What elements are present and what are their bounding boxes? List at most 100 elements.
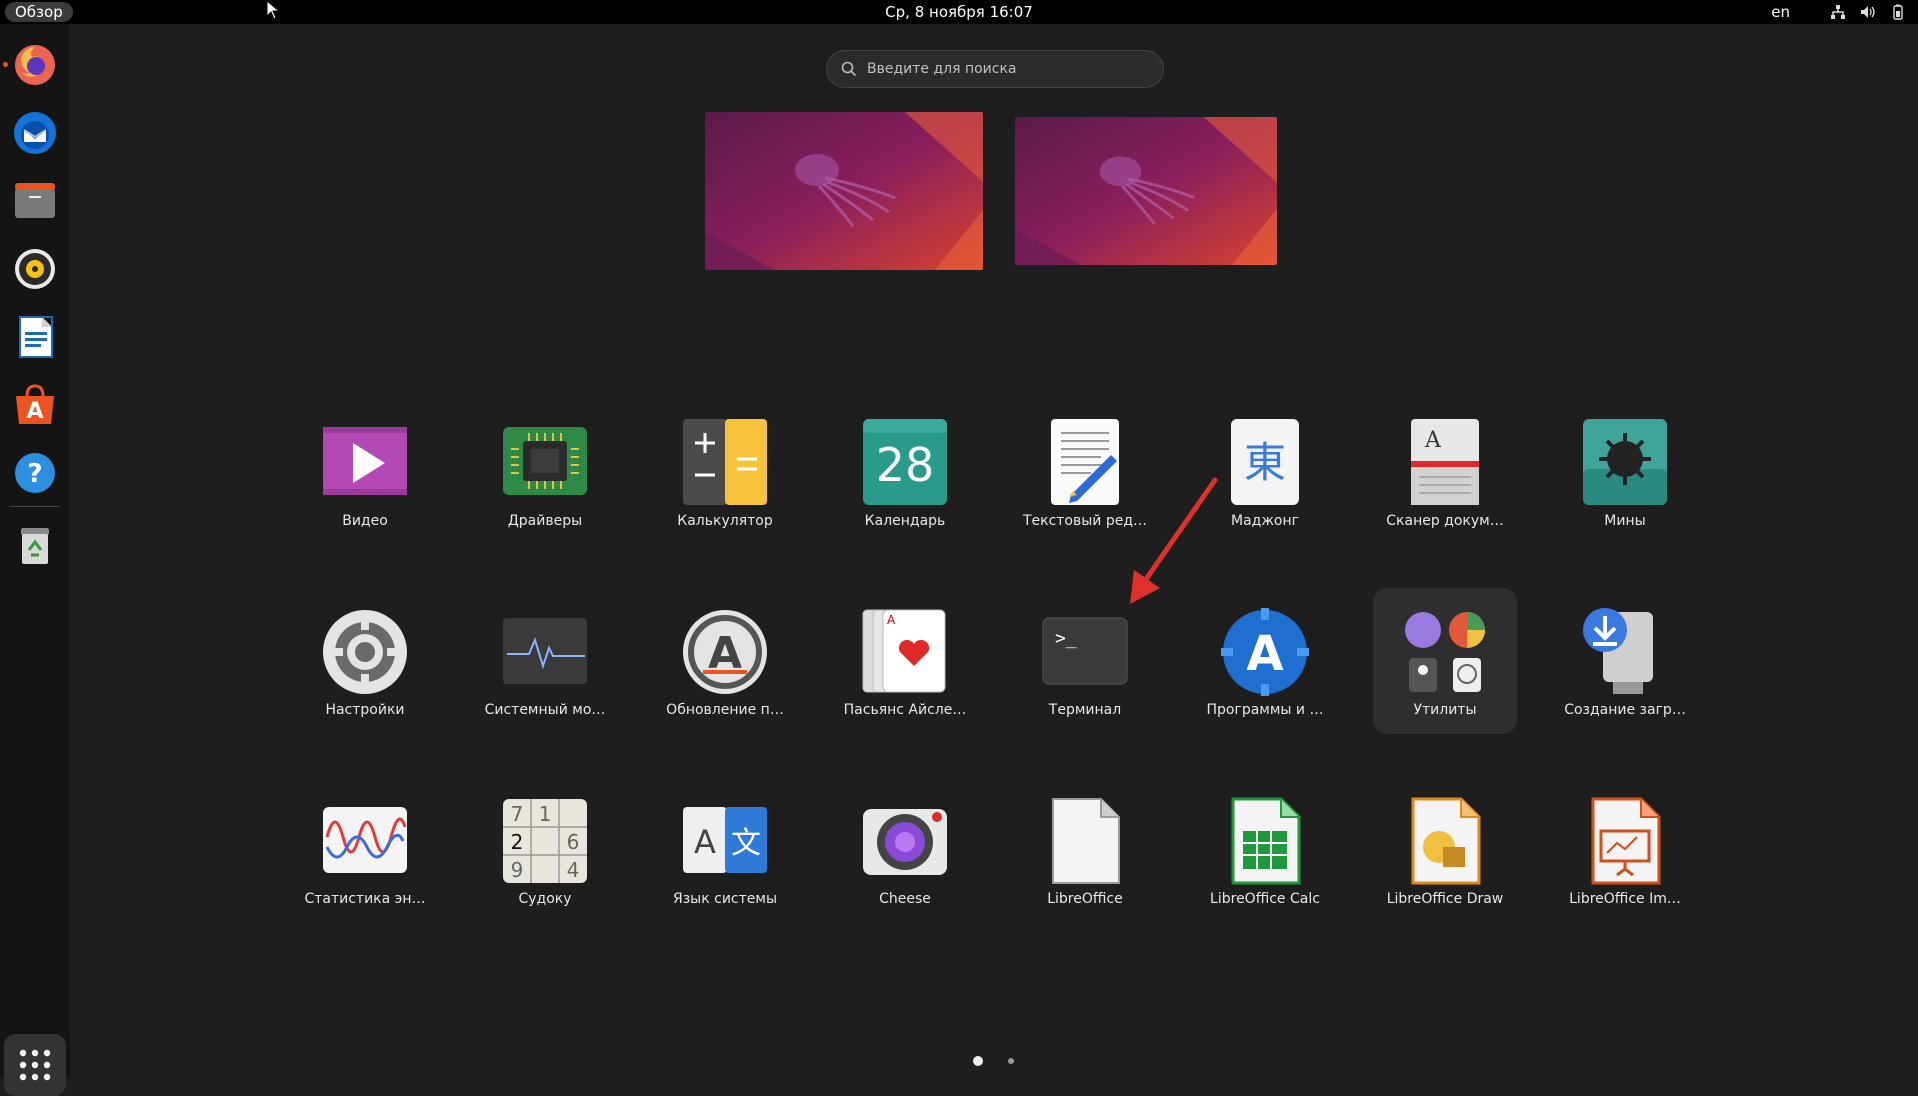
workspace-thumbnail-1[interactable] [705,112,983,270]
app-label: Пасьянс Айсле… [843,702,967,718]
sudoku-icon: 7 16 9 4 2 [503,799,587,883]
page-indicator-1[interactable] [973,1056,983,1066]
app-document-scanner[interactable]: A Сканер докум… [1373,407,1517,553]
svg-text:6: 6 [567,830,580,854]
wallpaper-jellyfish [705,112,983,270]
app-label: Настройки [325,702,405,718]
app-system-monitor[interactable]: Системный мо… [473,596,617,742]
app-label: Судоку [518,891,572,907]
svg-text:1: 1 [539,802,552,826]
mouse-pointer-icon [266,0,280,20]
dock-firefox[interactable] [8,38,62,92]
search-bar[interactable] [826,50,1164,88]
libreoffice-impress-icon [1591,797,1661,885]
svg-text:7: 7 [511,802,524,826]
app-aisleriot[interactable]: A Пасьянс Айсле… [833,596,977,742]
app-label: Калькулятор [677,513,773,529]
app-power-statistics[interactable]: Статистика эн… [293,785,437,931]
usb-creator-icon [1583,608,1653,694]
show-apps-button[interactable] [4,1034,66,1096]
search-input[interactable] [867,61,1147,77]
utilities-folder-icon [1405,612,1485,692]
help-icon: ? [15,453,55,493]
libreoffice-draw-icon [1411,797,1481,885]
app-label: Программы и … [1206,702,1324,718]
rhythmbox-icon [15,249,55,289]
app-drivers[interactable]: Драйверы [473,407,617,553]
dock-files[interactable] [8,174,62,228]
battery-icon [1890,4,1906,20]
dock: A ? [0,24,70,1096]
app-label: Календарь [864,513,946,529]
libreoffice-writer-icon [19,316,53,358]
app-calculator[interactable]: Калькулятор [653,407,797,553]
app-label: Мины [1604,513,1646,529]
system-monitor-icon [503,618,587,684]
app-video[interactable]: Видео [293,407,437,553]
terminal-prompt: >_ [1055,628,1077,649]
svg-text:4: 4 [567,858,580,882]
app-label: Создание загр… [1564,702,1686,718]
app-label: Системный мо… [484,702,606,718]
language-support-icon: A文 [683,807,767,873]
activities-button[interactable]: Обзор [5,2,73,22]
app-usb-creator[interactable]: Создание загр… [1553,596,1697,742]
app-label: LibreOffice Calc [1210,891,1320,907]
app-terminal[interactable]: >_ Терминал [1013,596,1157,742]
app-libreoffice-calc[interactable]: LibreOffice Calc [1193,785,1337,931]
app-language-support[interactable]: A文 Язык системы [653,785,797,931]
app-label: Сканер докум… [1386,513,1504,529]
app-label: Терминал [1048,702,1122,718]
dock-rhythmbox[interactable] [8,242,62,296]
app-label: Cheese [879,891,931,907]
svg-text:?: ? [27,459,42,489]
svg-text:2: 2 [511,830,524,854]
app-libreoffice[interactable]: LibreOffice [1013,785,1157,931]
dock-app-center[interactable]: A [8,378,62,432]
calendar-day: 28 [876,438,935,492]
drivers-icon [503,427,587,495]
workspace-thumbnail-2[interactable] [1015,117,1277,265]
app-folder-utilities[interactable]: Утилиты [1373,588,1517,734]
search-icon [841,61,857,77]
dock-writer[interactable] [8,310,62,364]
mahjong-glyph: 東 [1244,438,1286,487]
app-software-properties[interactable]: A Программы и … [1193,596,1337,742]
app-calendar[interactable]: 28 Календарь [833,407,977,553]
app-settings[interactable]: Настройки [293,596,437,742]
svg-text:A: A [1246,626,1283,682]
aisleriot-icon: A [862,609,946,693]
keyboard-layout-indicator[interactable]: en [1771,0,1790,24]
app-libreoffice-draw[interactable]: LibreOffice Draw [1373,785,1517,931]
top-panel: Обзор Ср, 8 ноября 16:07 en [0,0,1918,24]
dock-help[interactable]: ? [8,446,62,500]
software-properties-icon: A [1221,608,1309,696]
clock[interactable]: Ср, 8 ноября 16:07 [885,3,1033,21]
app-software-updater[interactable]: A Обновление п… [653,596,797,742]
app-sudoku[interactable]: 716 9 4 2 Судоку [473,785,617,931]
settings-icon [323,610,407,694]
firefox-icon [15,45,55,85]
video-icon [323,427,407,495]
mahjong-icon: 東 [1231,419,1299,505]
app-mines[interactable]: Мины [1553,407,1697,553]
libreoffice-icon [1052,798,1120,884]
system-tray[interactable] [1830,0,1906,24]
dock-thunderbird[interactable] [8,106,62,160]
software-updater-icon: A [683,610,767,694]
svg-text:A: A [694,823,716,861]
app-label: Драйверы [507,513,583,529]
app-cheese[interactable]: Cheese [833,785,977,931]
document-scanner-icon: A [1411,419,1479,505]
app-label: Язык системы [672,891,777,907]
wallpaper-jellyfish [1015,117,1277,265]
dock-trash[interactable] [8,518,62,572]
page-indicator-2[interactable] [1008,1058,1014,1064]
app-libreoffice-impress[interactable]: LibreOffice Im… [1553,785,1697,931]
app-label: LibreOffice Im… [1569,891,1681,907]
trash-icon [21,528,49,564]
thunderbird-icon [14,112,56,154]
text-editor-icon [1051,419,1119,505]
annotation-arrow [1130,477,1218,604]
svg-text:9: 9 [511,858,524,882]
